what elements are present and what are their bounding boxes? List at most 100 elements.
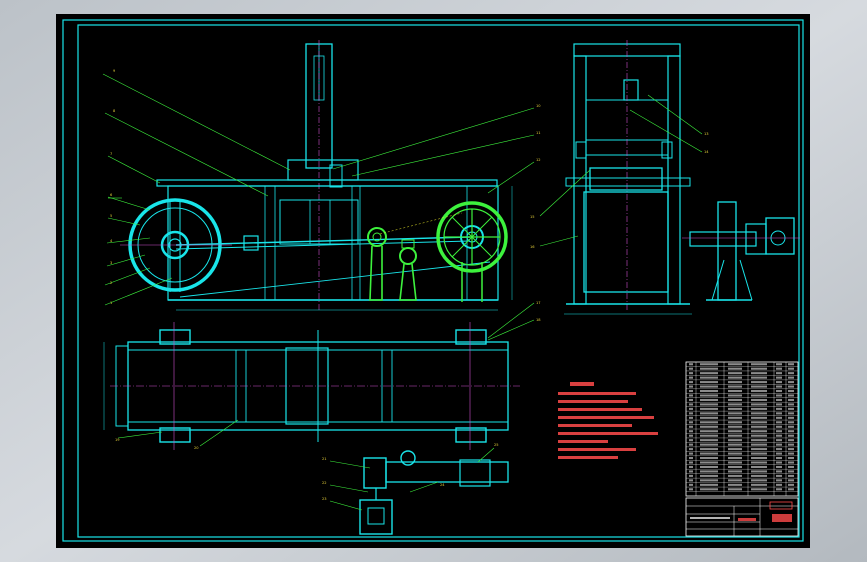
parts-list-cell-text	[700, 457, 718, 460]
parts-list-cell-text	[728, 385, 742, 388]
parts-list-cell-text	[728, 461, 742, 464]
parts-list-cell-text	[700, 376, 718, 379]
parts-list-cell-text	[788, 457, 794, 460]
parts-list-cell-text	[728, 398, 742, 401]
parts-list-cell-text	[788, 448, 794, 451]
parts-list-cell-text	[700, 385, 718, 388]
parts-list-cell-text	[788, 452, 794, 455]
parts-list-cell-text	[728, 390, 742, 393]
parts-list-cell-text	[776, 470, 782, 473]
parts-list-cell-text	[788, 376, 794, 379]
svg-text:15: 15	[530, 215, 535, 219]
parts-list-cell-text	[728, 434, 742, 437]
parts-list-cell-text	[788, 363, 794, 366]
parts-list-cell-text	[788, 461, 794, 464]
parts-list-cell-text	[689, 461, 693, 464]
parts-list-cell-text	[728, 457, 742, 460]
parts-list-cell-text	[751, 483, 767, 486]
parts-list-cell-text	[776, 421, 782, 424]
parts-list-cell-text	[728, 421, 742, 424]
parts-list-cell-text	[788, 474, 794, 477]
parts-list-cell-text	[776, 474, 782, 477]
parts-list-cell-text	[776, 398, 782, 401]
parts-list-cell-text	[689, 470, 693, 473]
parts-list-cell-text	[751, 461, 767, 464]
parts-list-cell-text	[751, 488, 767, 491]
parts-list-cell-text	[776, 425, 782, 428]
parts-list-cell-text	[700, 470, 718, 473]
parts-list-cell-text	[776, 443, 782, 446]
svg-text:18: 18	[536, 318, 541, 322]
parts-list-cell-text	[700, 448, 718, 451]
parts-list-cell-text	[700, 390, 718, 393]
parts-list-cell-text	[751, 479, 767, 482]
parts-list-cell-text	[776, 372, 782, 375]
parts-list-cell-text	[751, 381, 767, 384]
parts-list-cell-text	[728, 394, 742, 397]
parts-list-cell-text	[700, 363, 718, 366]
parts-list-cell-text	[700, 452, 718, 455]
parts-list-cell-text	[776, 452, 782, 455]
parts-list-cell-text	[689, 439, 693, 442]
parts-list-cell-text	[788, 385, 794, 388]
parts-list-cell-text	[700, 430, 718, 433]
parts-list-cell-text	[700, 421, 718, 424]
parts-list-cell-text	[751, 421, 767, 424]
parts-list-cell-text	[728, 372, 742, 375]
parts-list-cell-text	[700, 443, 718, 446]
parts-list-cell-text	[728, 363, 742, 366]
parts-list-cell-text	[689, 372, 693, 375]
parts-list-cell-text	[788, 465, 794, 468]
parts-list-cell-text	[689, 443, 693, 446]
parts-list-cell-text	[728, 474, 742, 477]
svg-text:25: 25	[494, 443, 499, 447]
svg-text:10: 10	[536, 104, 541, 108]
svg-text:24: 24	[440, 483, 445, 487]
parts-list-cell-text	[751, 425, 767, 428]
svg-text:1: 1	[110, 301, 112, 305]
svg-text:7: 7	[110, 152, 112, 156]
svg-text:19: 19	[115, 438, 120, 442]
parts-list-cell-text	[776, 390, 782, 393]
parts-list-cell-text	[728, 483, 742, 486]
parts-list-cell-text	[689, 407, 693, 410]
parts-list-cell-text	[728, 443, 742, 446]
parts-list-cell-text	[776, 367, 782, 370]
parts-list-cell-text	[776, 376, 782, 379]
parts-list-cell-text	[700, 398, 718, 401]
parts-list-cell-text	[700, 465, 718, 468]
parts-list-cell-text	[689, 367, 693, 370]
parts-list-cell-text	[728, 425, 742, 428]
parts-list-cell-text	[689, 390, 693, 393]
parts-list-cell-text	[776, 394, 782, 397]
parts-list-cell-text	[776, 363, 782, 366]
parts-list-cell-text	[689, 465, 693, 468]
parts-list-cell-text	[700, 474, 718, 477]
parts-list-cell-text	[776, 488, 782, 491]
parts-list-cell-text	[689, 403, 693, 406]
parts-list-cell-text	[689, 421, 693, 424]
parts-list-cell-text	[751, 452, 767, 455]
parts-list-cell-text	[751, 376, 767, 379]
parts-list-cell-text	[788, 416, 794, 419]
sheet-background	[56, 14, 810, 548]
parts-list-cell-text	[700, 407, 718, 410]
parts-list-cell-text	[689, 452, 693, 455]
parts-list-cell-text	[751, 390, 767, 393]
parts-list-cell-text	[751, 403, 767, 406]
parts-list-cell-text	[700, 479, 718, 482]
parts-list-cell-text	[700, 394, 718, 397]
parts-list-cell-text	[728, 403, 742, 406]
parts-list-cell-text	[788, 372, 794, 375]
parts-list-cell-text	[728, 407, 742, 410]
parts-list-cell-text	[751, 407, 767, 410]
parts-list-cell-text	[751, 430, 767, 433]
parts-list-cell-text	[776, 461, 782, 464]
svg-text:21: 21	[322, 457, 327, 461]
parts-list-cell-text	[689, 398, 693, 401]
parts-list-cell-text	[728, 452, 742, 455]
svg-text:20: 20	[194, 446, 199, 450]
parts-list-cell-text	[689, 488, 693, 491]
parts-list-cell-text	[788, 443, 794, 446]
parts-list-cell-text	[776, 439, 782, 442]
